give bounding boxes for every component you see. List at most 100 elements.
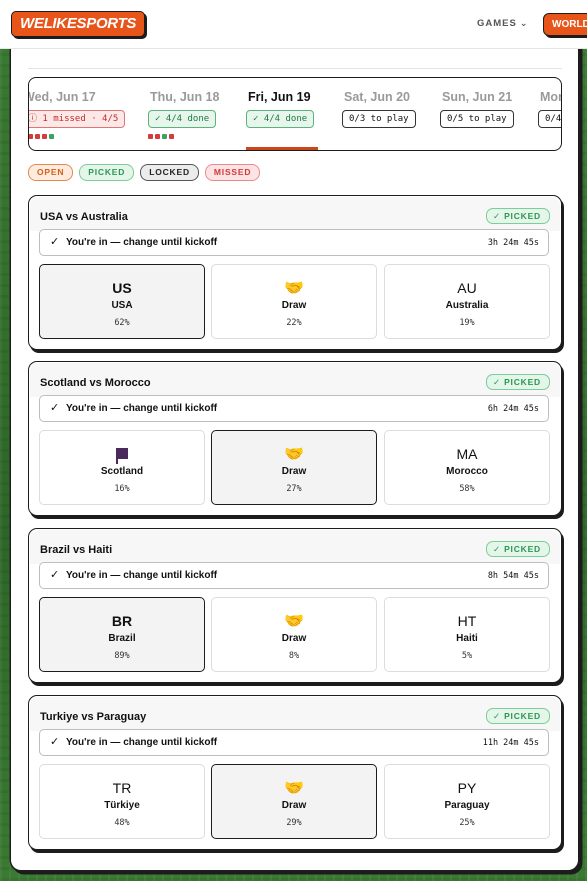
option-percentage: 48%: [114, 818, 130, 828]
day-tab[interactable]: Sat, Jun 20 0/3 to play: [338, 78, 434, 150]
legend-locked: LOCKED: [140, 164, 199, 181]
pick-status-row: ✓ You're in — change until kickoff 6h 24m …: [39, 395, 549, 422]
option-name: Paraguay: [444, 800, 490, 811]
pick-option-button[interactable]: 🤝 Draw 29%: [211, 764, 377, 839]
pick-option-button[interactable]: BR Brazil 89%: [39, 597, 205, 672]
option-percentage: 29%: [286, 818, 302, 828]
site-logo[interactable]: WELIKESPORTS: [11, 11, 146, 37]
alert-icon: ⓘ: [28, 114, 43, 124]
legend-missed: MISSED: [204, 164, 261, 181]
day-status-badge: 0/3 to play: [342, 110, 416, 128]
pick-option-button[interactable]: AU Australia 19%: [384, 264, 550, 339]
day-tab[interactable]: Fri, Jun 19 ✓ 4/4 done: [242, 78, 338, 150]
kickoff-countdown: 8h 54m 45s: [487, 571, 539, 581]
result-dot: [35, 134, 40, 139]
team-code: US: [112, 280, 132, 296]
handshake-icon: 🤝: [284, 611, 304, 630]
day-status-badge: 0/4 to play: [538, 110, 562, 128]
status-badge: ✓ PICKED: [485, 208, 550, 224]
handshake-icon: 🤝: [284, 778, 304, 797]
day-status-text: 0/4 to play: [545, 114, 562, 124]
pick-option-button[interactable]: TR Türkiye 48%: [39, 764, 205, 839]
check-icon: ✓: [50, 569, 60, 581]
day-tab[interactable]: Mon, Jun 22 0/4 to play: [534, 78, 562, 150]
team-code: MA: [456, 446, 478, 462]
main-panel: Wed, Jun 17 ⓘ 1 missed · 4/5 Thu, Jun 18 ✓ …: [11, 38, 578, 870]
day-tab[interactable]: Wed, Jun 17 ⓘ 1 missed · 4/5: [28, 78, 126, 150]
option-name: Draw: [281, 466, 307, 477]
match-card: Scotland vs Morocco ✓ PICKED ✓ You're in — …: [28, 361, 562, 516]
pick-options: Scotland 16% 🤝 Draw 27% MA Morocco 58%: [39, 430, 550, 505]
day-tab-label: Fri, Jun 19: [248, 90, 311, 104]
pick-status-row: ✓ You're in — change until kickoff 8h 54m …: [39, 562, 549, 589]
world-button[interactable]: WORLD: [543, 13, 587, 36]
day-tab-label: Sat, Jun 20: [344, 90, 410, 104]
match-card: Brazil vs Haiti ✓ PICKED ✓ You're in — chan…: [28, 528, 562, 683]
pick-status-row: ✓ You're in — change until kickoff 3h 24m …: [39, 229, 549, 256]
pick-option-button[interactable]: 🤝 Draw 8%: [211, 597, 377, 672]
pick-status-row: ✓ You're in — change until kickoff 11h 24m…: [39, 729, 549, 756]
match-title: Brazil vs Haiti: [40, 544, 113, 556]
day-tab[interactable]: Thu, Jun 18 ✓ 4/4 done: [144, 78, 240, 150]
result-dot: [29, 134, 33, 139]
nav-games-menu[interactable]: GAMES ⌄: [477, 18, 528, 29]
check-icon: ✓: [50, 402, 60, 414]
pick-option-button[interactable]: PY Paraguay 25%: [384, 764, 550, 839]
handshake-icon: 🤝: [284, 444, 304, 463]
scotland-flag-icon: [40, 445, 204, 464]
team-code: TR: [112, 780, 132, 796]
option-percentage: 89%: [114, 651, 130, 661]
result-dot: [148, 134, 153, 139]
check-icon: ✓: [492, 711, 505, 721]
status-badge: ✓ PICKED: [485, 374, 550, 390]
day-result-dots: [148, 134, 174, 139]
option-name: Haiti: [456, 633, 478, 644]
handshake-icon: 🤝: [284, 278, 304, 297]
status-badge: ✓ PICKED: [485, 708, 550, 724]
pick-option-button[interactable]: 🤝 Draw 22%: [211, 264, 377, 339]
kickoff-countdown: 6h 24m 45s: [487, 404, 539, 414]
day-status-text: 0/3 to play: [349, 114, 409, 124]
option-percentage: 5%: [461, 651, 473, 661]
match-title: Turkiye vs Paraguay: [40, 711, 147, 723]
day-tab-label: Thu, Jun 18: [150, 90, 220, 104]
day-status-badge: 0/5 to play: [440, 110, 514, 128]
match-card: Turkiye vs Paraguay ✓ PICKED ✓ You're in — …: [28, 695, 562, 850]
day-result-dots: [29, 134, 54, 139]
check-icon: ✓: [50, 736, 60, 748]
divider: [28, 68, 562, 69]
check-icon: ✓: [492, 211, 505, 221]
pick-options: BR Brazil 89% 🤝 Draw 8% HT Haiti 5%: [39, 597, 550, 672]
option-name: Scotland: [100, 466, 144, 477]
pick-status-text: You're in — change until kickoff: [66, 403, 218, 414]
status-badge-label: PICKED: [504, 211, 541, 221]
check-icon: ✓: [492, 544, 505, 554]
status-badge: ✓ PICKED: [485, 541, 550, 557]
pick-option-button[interactable]: 🤝 Draw 27%: [211, 430, 377, 505]
day-status-badge: ⓘ 1 missed · 4/5: [28, 110, 126, 128]
result-dot: [49, 134, 54, 139]
pick-option-button[interactable]: MA Morocco 58%: [384, 430, 550, 505]
pick-option-button[interactable]: HT Haiti 5%: [384, 597, 550, 672]
team-code: AU: [457, 280, 477, 296]
option-percentage: 25%: [459, 818, 475, 828]
match-title: Scotland vs Morocco: [40, 377, 151, 389]
option-percentage: 16%: [114, 484, 130, 494]
pick-status-text: You're in — change until kickoff: [66, 570, 218, 581]
result-dot: [162, 134, 167, 139]
status-badge-label: PICKED: [504, 544, 541, 554]
kickoff-countdown: 3h 24m 45s: [487, 238, 539, 248]
pick-option-button[interactable]: US USA 62%: [39, 264, 205, 339]
option-name: Draw: [281, 633, 307, 644]
check-icon: ✓: [155, 114, 166, 124]
day-tab[interactable]: Sun, Jun 21 0/5 to play: [436, 78, 532, 150]
result-dot: [155, 134, 160, 139]
match-card: USA vs Australia ✓ PICKED ✓ You're in — cha…: [28, 195, 562, 350]
day-tab-label: Mon, Jun 22: [540, 90, 561, 104]
pick-option-button[interactable]: Scotland 16%: [39, 430, 205, 505]
option-name: Draw: [281, 300, 307, 311]
day-tab-label: Wed, Jun 17: [28, 90, 96, 104]
pick-status-text: You're in — change until kickoff: [66, 237, 218, 248]
result-dot: [42, 134, 47, 139]
team-code: PY: [457, 780, 477, 796]
